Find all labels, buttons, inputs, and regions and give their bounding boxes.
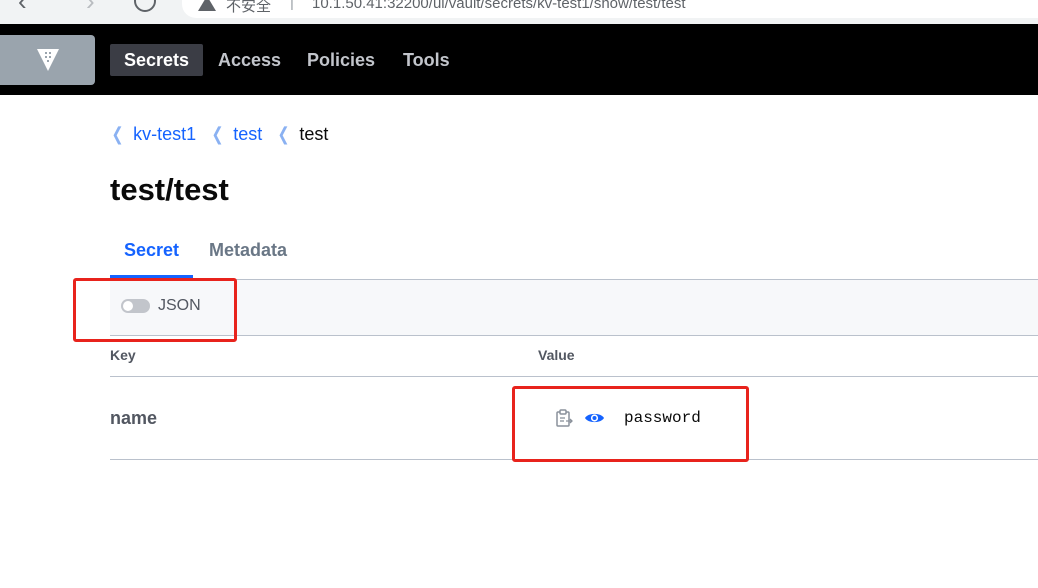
breadcrumb-current: test	[299, 124, 329, 144]
forward-arrow-icon[interactable]: ›	[86, 0, 95, 14]
url-text[interactable]: 10.1.50.41:32200/ui/vault/secrets/kv-tes…	[312, 0, 686, 12]
app-header: Secrets Access Policies Tools	[0, 24, 1038, 95]
address-bar[interactable]: 不安全 | 10.1.50.41:32200/ui/vault/secrets/…	[182, 0, 1038, 18]
breadcrumb-item: ❮ test	[210, 124, 263, 145]
address-separator: |	[290, 0, 294, 11]
breadcrumb: ❮ kv-test1 ❮ test ❮ test	[110, 124, 342, 145]
vault-logo-icon	[37, 49, 59, 71]
nav-secrets[interactable]: Secrets	[110, 44, 204, 76]
browser-toolbar: ‹ › 不安全 | 10.1.50.41:32200/ui/vault/secr…	[0, 0, 1038, 24]
reload-icon[interactable]	[134, 0, 156, 12]
breadcrumb-link-kv-test1[interactable]: kv-test1	[133, 124, 196, 145]
column-header-key: Key	[110, 347, 136, 363]
column-header-value: Value	[538, 347, 575, 363]
nav-access[interactable]: Access	[204, 44, 295, 76]
table-header-divider	[110, 376, 1038, 377]
page-title: test/test	[110, 172, 229, 207]
back-arrow-icon[interactable]: ‹	[18, 0, 27, 14]
warning-icon	[198, 0, 216, 11]
tab-metadata[interactable]: Metadata	[195, 238, 301, 278]
home-logo-link[interactable]	[0, 35, 95, 85]
chevron-left-icon: ❮	[277, 124, 290, 144]
chevron-left-icon: ❮	[111, 124, 124, 144]
secret-key: name	[110, 408, 158, 428]
tab-bar: Secret Metadata	[110, 227, 1038, 280]
annotation-highlight-secret-value	[512, 386, 749, 462]
annotation-highlight-json-toggle	[73, 278, 237, 342]
nav-policies[interactable]: Policies	[293, 44, 389, 76]
breadcrumb-item: ❮ test	[276, 124, 329, 145]
nav-tools[interactable]: Tools	[389, 44, 464, 76]
breadcrumb-item: ❮ kv-test1	[110, 124, 197, 145]
tab-secret[interactable]: Secret	[110, 238, 194, 278]
breadcrumb-link-test[interactable]: test	[233, 124, 262, 145]
chevron-left-icon: ❮	[211, 124, 224, 144]
secret-toolbar: JSON	[110, 280, 1038, 336]
security-label: 不安全	[226, 0, 272, 15]
